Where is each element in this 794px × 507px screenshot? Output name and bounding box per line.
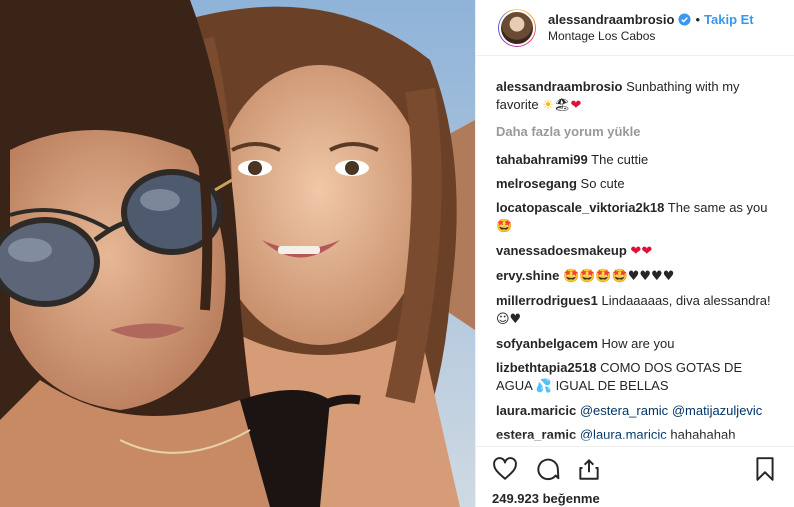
star-struck-emoji-icon: 🤩🤩🤩🤩 [562, 269, 628, 284]
smile-emoji-icon: ☺♥ [496, 312, 522, 327]
comment-item: millerrodrigues1 Lindaaaaas, diva alessa… [496, 292, 774, 329]
comment-text: How are you [601, 336, 675, 351]
comment-text: So cute [580, 176, 625, 191]
post-header: alessandraambrosio • Takip Et Montage Lo… [476, 0, 794, 56]
username-link[interactable]: alessandraambrosio [548, 11, 674, 28]
comment-item: vanessadoesmakeup ❤❤ [496, 242, 774, 261]
comment-username[interactable]: tahabahrami99 [496, 152, 588, 167]
heart-emoji-icon: ❤ [630, 244, 642, 259]
likes-count[interactable]: 249.923 beğenme [492, 491, 778, 506]
header-text: alessandraambrosio • Takip Et Montage Lo… [548, 11, 754, 45]
post-side-panel: alessandraambrosio • Takip Et Montage Lo… [475, 0, 794, 507]
heart-emoji-icon: ❤ [641, 244, 653, 259]
verified-badge-icon [678, 12, 691, 26]
comment-username[interactable]: laura.maricic [496, 403, 576, 418]
mention-link[interactable]: @estera_ramic [580, 403, 668, 418]
action-icons [492, 455, 778, 483]
comment-username[interactable]: lizbethtapia2518 [496, 360, 596, 375]
load-more-comments-button[interactable]: Daha fazla yorum yükle [496, 123, 774, 141]
avatar[interactable] [498, 8, 536, 47]
avatar-image [499, 9, 535, 46]
comment-text: Lindaaaaas, diva alessandra! [601, 293, 771, 308]
bookmark-icon[interactable] [752, 456, 778, 482]
sun-emoji-icon: ☀ [542, 98, 554, 113]
comment-bubble-icon[interactable] [534, 456, 560, 482]
share-icon[interactable] [576, 456, 602, 482]
comment-username[interactable]: ervy.shine [496, 268, 559, 283]
comment-username[interactable]: millerrodrigues1 [496, 293, 598, 308]
heart-emoji-icon: ❤ [570, 98, 582, 113]
comment-item: ervy.shine 🤩🤩🤩🤩♥♥♥♥ [496, 267, 774, 286]
heart-outline-icon[interactable] [492, 456, 518, 482]
post-photo[interactable] [0, 0, 475, 507]
caption: alessandraambrosio Sunbathing with my fa… [496, 78, 774, 115]
selfie-illustration [0, 0, 475, 507]
comment-item: sofyanbelgacem How are you [496, 335, 774, 353]
comment-item: melrosegang So cute [496, 175, 774, 193]
header-top-row: alessandraambrosio • Takip Et [548, 11, 754, 28]
comment-username[interactable]: locatopascale_viktoria2k18 [496, 200, 664, 215]
black-heart-emoji-icon: ♥♥♥♥ [627, 269, 675, 284]
comment-text: The cuttie [591, 152, 649, 167]
comment-username[interactable]: sofyanbelgacem [496, 336, 598, 351]
comment-item: tahabahrami99 The cuttie [496, 151, 774, 169]
star-struck-emoji-icon: 🤩 [496, 219, 513, 234]
beach-emoji-icon: 🏖 [553, 98, 571, 113]
follow-button[interactable]: Takip Et [704, 11, 754, 28]
comment-item: lizbethtapia2518 COMO DOS GOTAS DE AGUA … [496, 359, 774, 396]
comments-list[interactable]: alessandraambrosio Sunbathing with my fa… [476, 56, 794, 468]
separator-dot: • [695, 11, 701, 27]
water-drops-emoji-icon: 💦 [535, 379, 552, 394]
action-bar: 249.923 beğenme [476, 446, 794, 506]
caption-username[interactable]: alessandraambrosio [496, 79, 622, 94]
comment-username[interactable]: melrosegang [496, 176, 577, 191]
comment-text-continued: IGUAL DE BELLAS [555, 378, 669, 393]
comment-item: locatopascale_viktoria2k18 The same as y… [496, 199, 774, 236]
comment-text: The same as you [667, 200, 768, 215]
comment-item: laura.maricic @estera_ramic @matijazulje… [496, 402, 774, 420]
mention-link[interactable]: @matijazuljevic [672, 403, 763, 418]
scroll-fade [476, 436, 794, 446]
instagram-post: alessandraambrosio • Takip Et Montage Lo… [0, 0, 794, 507]
location-link[interactable]: Montage Los Cabos [548, 28, 754, 45]
comment-username[interactable]: vanessadoesmakeup [496, 243, 627, 258]
